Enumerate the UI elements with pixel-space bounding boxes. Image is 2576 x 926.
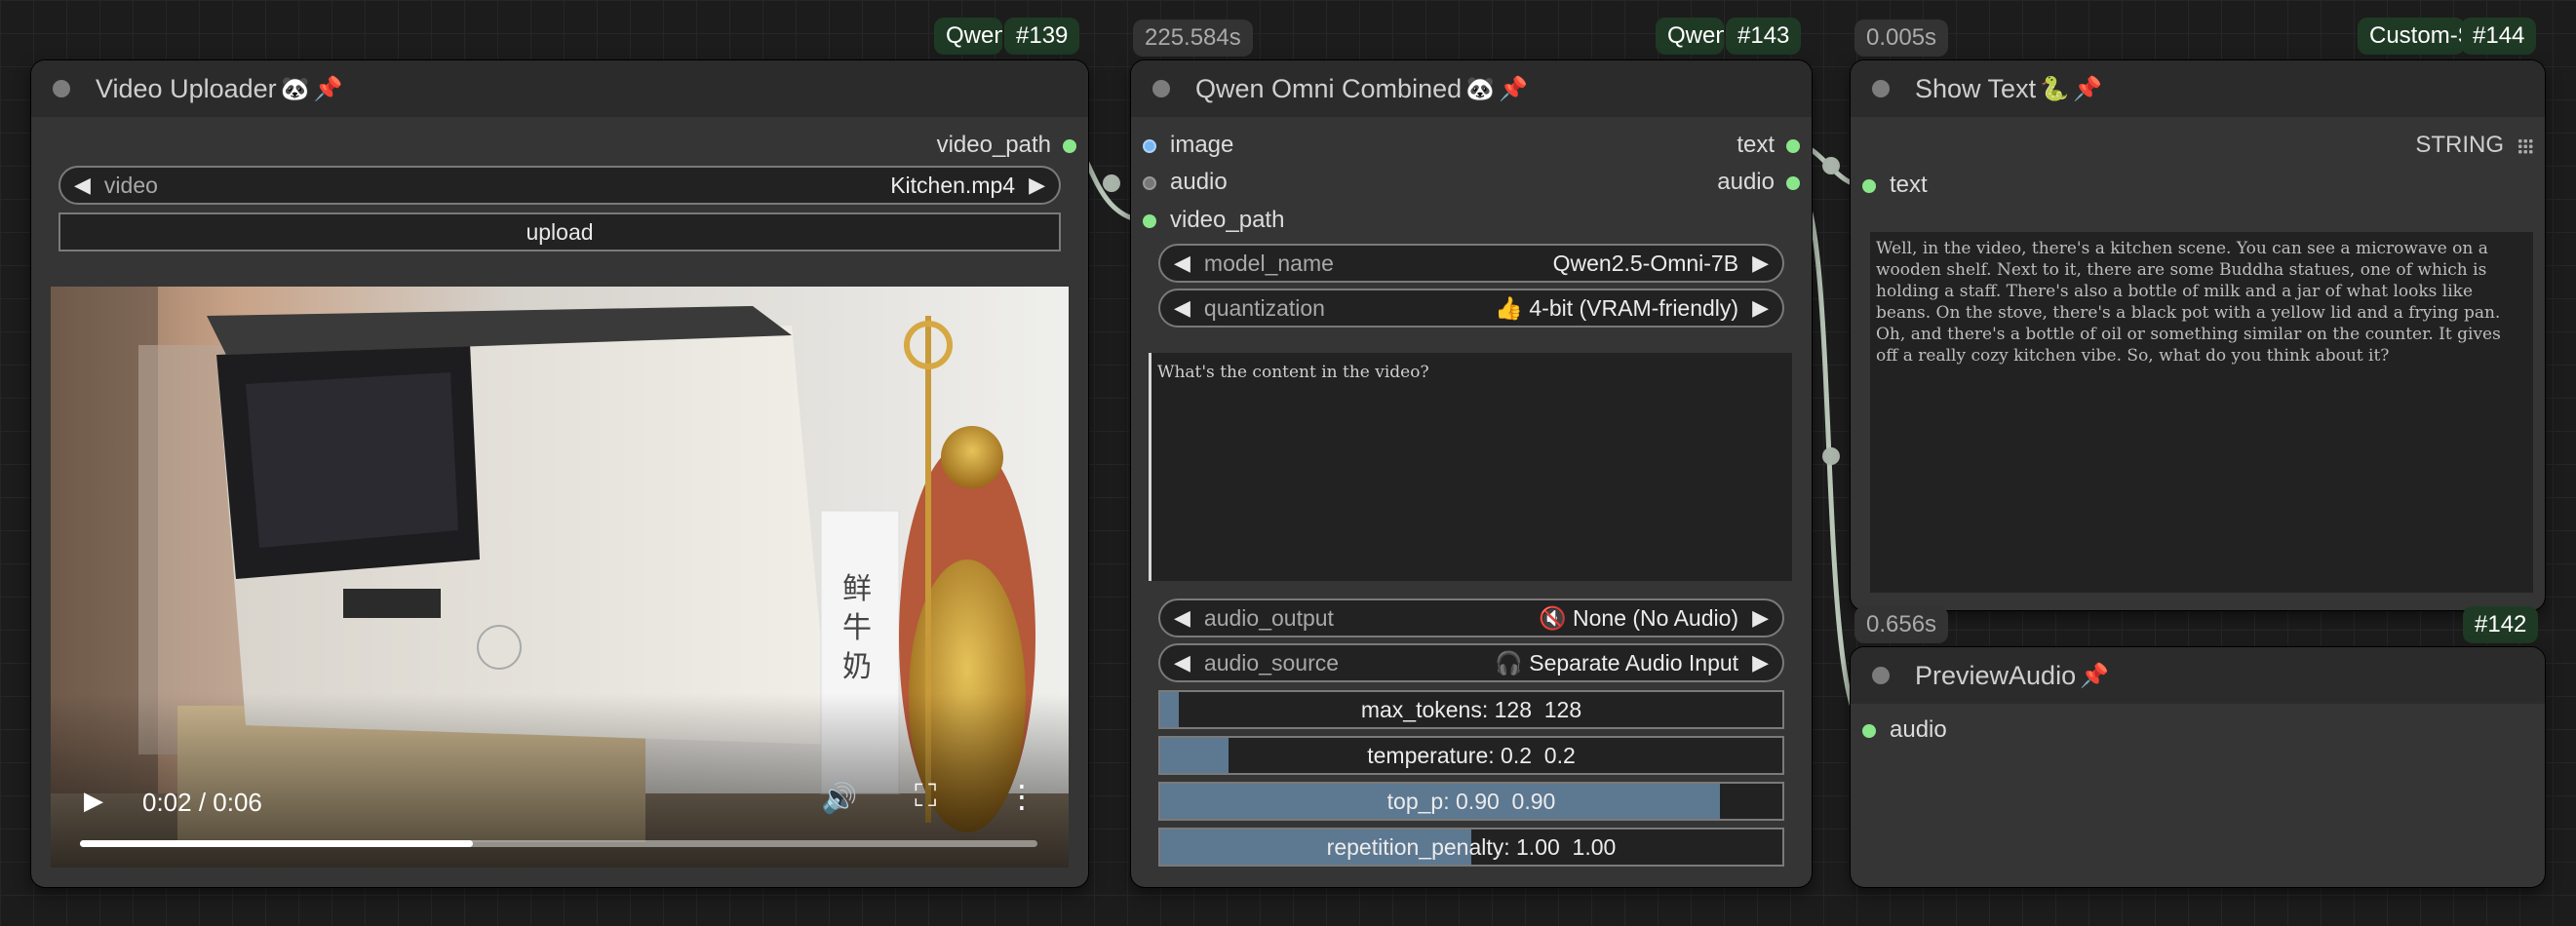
node-badge-name: Custom-S xyxy=(2358,18,2465,55)
output-label-audio: audio xyxy=(1717,169,1775,195)
upload-button[interactable]: upload xyxy=(59,212,1061,251)
show-text-node[interactable]: Show Text 🐍 📌 STRING text Well, in the v… xyxy=(1851,60,2545,610)
widget-label: audio_source xyxy=(1203,649,1340,675)
input-slot-image[interactable] xyxy=(1143,139,1156,153)
arrow-right-icon[interactable]: ▶ xyxy=(1752,605,1769,631)
qwen-omni-node[interactable]: Qwen Omni Combined 🐼 📌 image audio video… xyxy=(1131,60,1812,887)
widget-label: quantization xyxy=(1203,294,1325,321)
slider-text: max_tokens: 128 128 xyxy=(1360,696,1582,722)
more-options-icon[interactable]: ⋮ xyxy=(1006,778,1037,815)
repetition-penalty-slider[interactable]: repetition_penalty: 1.00 1.00 xyxy=(1158,828,1784,867)
video-time: 0:02 / 0:06 xyxy=(142,788,262,817)
arrow-left-icon[interactable]: ◀ xyxy=(1174,650,1190,675)
wire-reroute-dot xyxy=(1103,174,1120,192)
quantization-widget[interactable]: ◀ quantization 👍 4-bit (VRAM-friendly) ▶ xyxy=(1158,289,1784,328)
node-badge-id: #144 xyxy=(2461,18,2537,55)
widget-value: 👍 4-bit (VRAM-friendly) xyxy=(1495,294,1739,321)
pin-icon[interactable]: 📌 xyxy=(2073,75,2102,103)
panda-icon: 🐼 xyxy=(1465,75,1496,102)
execution-time-badge: 0.656s xyxy=(1854,606,1949,643)
arrow-left-icon[interactable]: ◀ xyxy=(1174,295,1190,321)
output-label-video-path: video_path xyxy=(936,132,1051,158)
output-label-text: text xyxy=(1737,132,1775,158)
node-title: PreviewAudio xyxy=(1915,660,2077,690)
wire-reroute-dot xyxy=(1822,157,1840,174)
input-label-image: image xyxy=(1170,132,1234,158)
node-badge-name: Qwen- xyxy=(934,18,1002,55)
prompt-textarea[interactable]: What's the content in the video? xyxy=(1149,353,1792,581)
node-badge-name: Qwen- xyxy=(1656,18,1724,55)
max-tokens-slider[interactable]: max_tokens: 128 128 xyxy=(1158,690,1784,729)
output-label-string: STRING xyxy=(2415,132,2504,158)
widget-label: audio_output xyxy=(1203,604,1334,631)
node-title: Show Text xyxy=(1915,73,2037,103)
video-uploader-node[interactable]: Video Uploader 🐼 📌 video_path ◀ video Ki… xyxy=(31,60,1088,887)
node-title: Video Uploader xyxy=(96,73,277,103)
top-p-slider[interactable]: top_p: 0.90 0.90 xyxy=(1158,782,1784,821)
input-slot-text[interactable] xyxy=(1862,179,1876,193)
model-name-widget[interactable]: ◀ model_name Qwen2.5-Omni-7B ▶ xyxy=(1158,244,1784,283)
play-icon[interactable]: ▶ xyxy=(84,786,103,816)
widget-value: 🎧 Separate Audio Input xyxy=(1495,649,1739,675)
preview-audio-node[interactable]: PreviewAudio 📌 audio xyxy=(1851,647,2545,887)
slider-text: temperature: 0.2 0.2 xyxy=(1367,742,1576,768)
execution-time-badge: 0.005s xyxy=(1854,19,1949,57)
text-display[interactable]: Well, in the video, there's a kitchen sc… xyxy=(1870,232,2533,593)
input-slot-video-path[interactable] xyxy=(1143,214,1156,228)
fullscreen-icon[interactable]: ⛶ xyxy=(915,778,936,815)
widget-value: Kitchen.mp4 xyxy=(890,172,1016,198)
input-label-text: text xyxy=(1890,172,1928,198)
node-title-bar[interactable]: PreviewAudio 📌 xyxy=(1851,647,2545,704)
node-title-bar[interactable]: Qwen Omni Combined 🐼 📌 xyxy=(1131,60,1812,117)
pin-icon[interactable]: 📌 xyxy=(2080,662,2109,690)
node-title-bar[interactable]: Video Uploader 🐼 📌 xyxy=(31,60,1088,117)
collapse-dot-icon[interactable] xyxy=(1872,667,1890,684)
node-badge-id: #142 xyxy=(2463,606,2539,643)
node-title-bar[interactable]: Show Text 🐍 📌 xyxy=(1851,60,2545,117)
collapse-dot-icon[interactable] xyxy=(53,80,70,97)
arrow-left-icon[interactable]: ◀ xyxy=(74,173,91,198)
pin-icon[interactable]: 📌 xyxy=(314,75,343,103)
widget-value: Qwen2.5-Omni-7B xyxy=(1552,250,1739,276)
arrow-right-icon[interactable]: ▶ xyxy=(1029,173,1045,198)
collapse-dot-icon[interactable] xyxy=(1152,80,1170,97)
node-badge-id: #139 xyxy=(1004,18,1080,55)
node-title: Qwen Omni Combined xyxy=(1195,73,1463,103)
pin-icon[interactable]: 📌 xyxy=(1499,75,1528,103)
arrow-left-icon[interactable]: ◀ xyxy=(1174,605,1190,631)
audio-source-widget[interactable]: ◀ audio_source 🎧 Separate Audio Input ▶ xyxy=(1158,643,1784,682)
input-slot-audio[interactable] xyxy=(1143,176,1156,190)
input-label-audio: audio xyxy=(1170,169,1228,195)
snake-icon: 🐍 xyxy=(2040,75,2069,102)
temperature-slider[interactable]: temperature: 0.2 0.2 xyxy=(1158,736,1784,775)
arrow-right-icon[interactable]: ▶ xyxy=(1752,251,1769,276)
widget-value: 🔇 None (No Audio) xyxy=(1539,604,1739,631)
arrow-right-icon[interactable]: ▶ xyxy=(1752,650,1769,675)
widget-label: model_name xyxy=(1203,250,1334,276)
video-select-widget[interactable]: ◀ video Kitchen.mp4 ▶ xyxy=(59,166,1061,205)
input-slot-audio[interactable] xyxy=(1862,724,1876,738)
arrow-right-icon[interactable]: ▶ xyxy=(1752,295,1769,321)
collapse-dot-icon[interactable] xyxy=(1872,80,1890,97)
input-label-audio: audio xyxy=(1890,716,1947,743)
output-slot-text[interactable] xyxy=(1786,139,1800,153)
video-progress-track[interactable] xyxy=(80,840,1037,847)
slider-text: top_p: 0.90 0.90 xyxy=(1386,788,1556,814)
widget-label: video xyxy=(103,172,158,198)
audio-output-widget[interactable]: ◀ audio_output 🔇 None (No Audio) ▶ xyxy=(1158,598,1784,637)
arrow-left-icon[interactable]: ◀ xyxy=(1174,251,1190,276)
wire-reroute-dot xyxy=(1822,447,1840,465)
output-slot-video-path[interactable] xyxy=(1063,139,1076,153)
volume-icon[interactable]: 🔊 xyxy=(821,782,857,816)
video-player[interactable]: 鲜 牛 奶 ▶ 0:02 / 0:06 🔊 ⛶ ⋮ xyxy=(51,287,1069,868)
slider-text: repetition_penalty: 1.00 1.00 xyxy=(1326,833,1617,860)
output-slot-audio[interactable] xyxy=(1786,176,1800,190)
video-progress-fill xyxy=(80,840,473,847)
node-badge-id: #143 xyxy=(1726,18,1802,55)
grid-icon xyxy=(2517,138,2533,154)
panda-icon: 🐼 xyxy=(280,75,310,102)
execution-time-badge: 225.584s xyxy=(1133,19,1253,57)
input-label-video-path: video_path xyxy=(1170,207,1285,233)
